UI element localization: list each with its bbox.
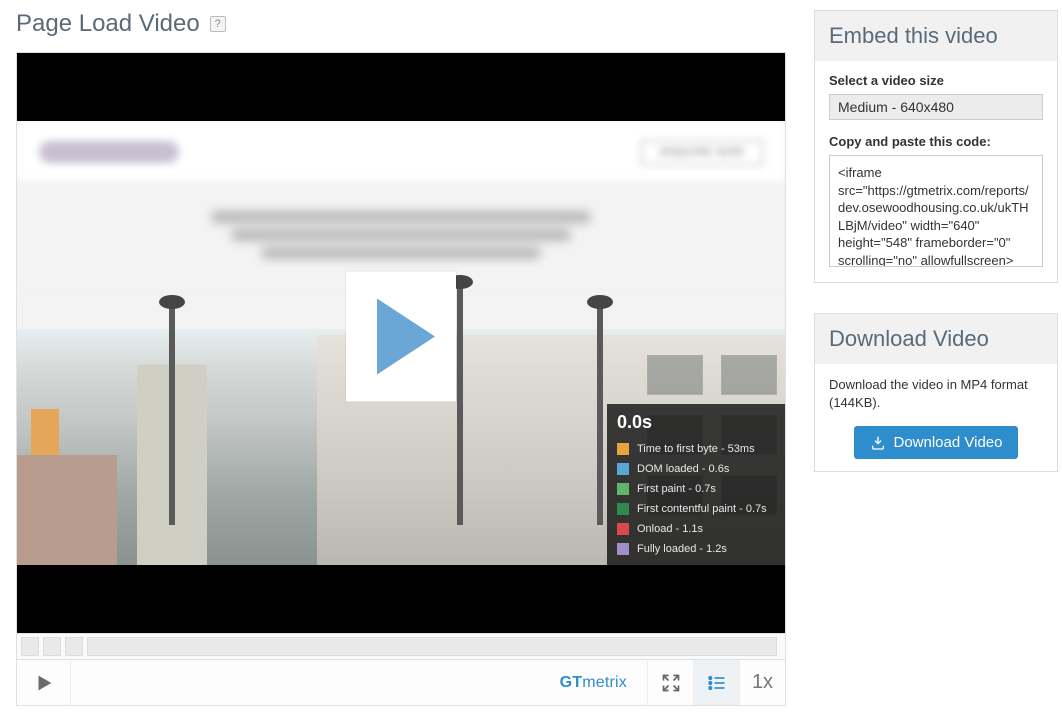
legend-swatch (617, 503, 629, 515)
download-button-label: Download Video (894, 434, 1003, 451)
fullscreen-button[interactable] (647, 660, 693, 705)
video-player[interactable]: ENQUIRE NOW (16, 52, 786, 634)
video-size-label: Select a video size (829, 73, 1043, 88)
legend-label: Fully loaded - 1.2s (637, 543, 727, 555)
timing-legend: 0.0s Time to first byte - 53ms DOM loaded… (607, 404, 785, 565)
download-icon (870, 435, 886, 451)
legend-item: Onload - 1.1s (617, 519, 775, 539)
embed-panel: Embed this video Select a video size Med… (814, 10, 1058, 283)
legend-item: Fully loaded - 1.2s (617, 539, 775, 559)
page-title: Page Load Video (16, 10, 200, 38)
legend-item: First contentful paint - 0.7s (617, 499, 775, 519)
legend-swatch (617, 523, 629, 535)
legend-swatch (617, 443, 629, 455)
legend-label: Time to first byte - 53ms (637, 443, 755, 455)
legend-label: Onload - 1.1s (637, 523, 703, 535)
letterbox-bottom (17, 565, 785, 633)
legend-swatch (617, 483, 629, 495)
embed-code-label: Copy and paste this code: (829, 134, 1043, 149)
legend-item: Time to first byte - 53ms (617, 439, 775, 459)
download-video-button[interactable]: Download Video (854, 426, 1019, 459)
legend-label: First paint - 0.7s (637, 483, 716, 495)
brand-label: GTmetrix (560, 674, 647, 692)
captured-enquire-button: ENQUIRE NOW (641, 140, 763, 165)
download-panel: Download Video Download the video in MP4… (814, 313, 1058, 472)
fullscreen-icon (661, 673, 681, 693)
legend-current-time: 0.0s (617, 412, 775, 433)
captured-site-header: ENQUIRE NOW (17, 121, 785, 183)
play-button[interactable] (346, 272, 456, 402)
download-description: Download the video in MP4 format (144KB)… (829, 376, 1043, 412)
legend-label: DOM loaded - 0.6s (637, 463, 729, 475)
playback-speed-button[interactable]: 1x (739, 660, 785, 705)
embed-panel-title: Embed this video (829, 23, 1043, 49)
play-pause-button[interactable] (17, 660, 71, 705)
legend-toggle-button[interactable] (693, 660, 739, 705)
legend-swatch (617, 463, 629, 475)
play-icon (33, 672, 55, 694)
help-icon[interactable]: ? (210, 16, 226, 32)
filmstrip-timeline[interactable] (16, 634, 786, 660)
download-panel-title: Download Video (829, 326, 1043, 352)
legend-item: First paint - 0.7s (617, 479, 775, 499)
legend-label: First contentful paint - 0.7s (637, 503, 767, 515)
legend-item: DOM loaded - 0.6s (617, 459, 775, 479)
letterbox-top (17, 53, 785, 121)
player-controls: GTmetrix 1x (16, 660, 786, 706)
play-icon (377, 299, 435, 375)
list-icon (707, 673, 727, 693)
embed-code-textarea[interactable] (829, 155, 1043, 267)
captured-site-logo (39, 141, 179, 163)
legend-swatch (617, 543, 629, 555)
video-size-select[interactable]: Medium - 640x480 (829, 94, 1043, 120)
